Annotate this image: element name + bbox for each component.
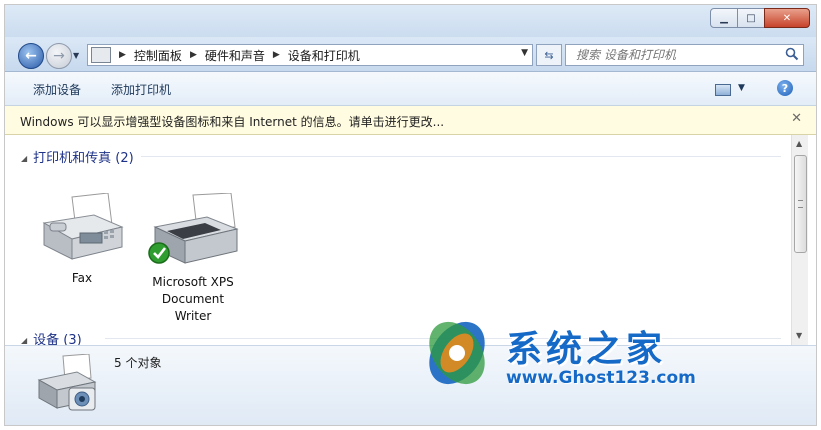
refresh-button[interactable]: ⇆ <box>536 44 562 66</box>
forward-arrow-icon: → <box>53 48 65 64</box>
help-icon: ? <box>781 81 789 95</box>
info-bar-close-icon[interactable]: ✕ <box>791 111 802 126</box>
watermark-url: www.Ghost123.com <box>506 368 696 388</box>
close-button[interactable]: ✕ <box>764 8 810 28</box>
add-device-button[interactable]: 添加设备 <box>33 81 81 98</box>
address-bar[interactable]: ▶ 控制面板 ▶ 硬件和声音 ▶ 设备和打印机 ▼ <box>87 44 533 66</box>
scroll-grip-icon <box>798 200 803 208</box>
device-label: Microsoft XPS Document Writer <box>152 275 234 323</box>
default-printer-check-icon <box>148 242 170 264</box>
object-count: 5 个对象 <box>114 356 162 370</box>
add-printer-button[interactable]: 添加打印机 <box>111 81 171 98</box>
recent-pages-dropdown[interactable]: ▼ <box>73 51 79 60</box>
info-bar-message[interactable]: Windows 可以显示增强型设备图标和来自 Internet 的信息。请单击进… <box>20 113 444 130</box>
watermark-logo-icon <box>429 321 485 385</box>
breadcrumb-hardware-sound[interactable]: 硬件和声音 <box>205 47 265 64</box>
maximize-button[interactable]: □ <box>737 8 765 28</box>
refresh-icon: ⇆ <box>544 48 554 62</box>
control-panel-icon <box>91 47 111 63</box>
breadcrumb-separator-icon[interactable]: ▶ <box>273 50 280 60</box>
window-controls: ▁ □ ✕ <box>710 8 810 28</box>
back-button[interactable]: ← <box>18 43 44 69</box>
search-icon[interactable] <box>785 47 799 61</box>
scroll-down-icon[interactable]: ▼ <box>796 331 802 340</box>
scroll-up-icon[interactable]: ▲ <box>796 139 802 148</box>
view-options-dropdown[interactable]: ▼ <box>738 83 745 93</box>
device-list: ◢ 打印机和传真 (2) Fax Microsoft XPS Document … <box>5 135 791 345</box>
watermark-title: 系统之家 <box>506 329 667 370</box>
group-header-devices-label: 设备 (3) <box>33 333 82 345</box>
printer-icon <box>148 192 239 264</box>
device-label: Fax <box>71 271 93 285</box>
breadcrumb-control-panel[interactable]: 控制面板 <box>134 47 182 64</box>
search-input[interactable] <box>574 45 783 65</box>
address-dropdown-icon[interactable]: ▼ <box>521 48 528 58</box>
devices-printers-icon <box>37 354 97 411</box>
change-view-icon[interactable] <box>715 84 731 96</box>
title-bar: ▁ □ ✕ <box>5 5 816 41</box>
vertical-scrollbar[interactable]: ▲ ▼ <box>791 135 808 345</box>
navigation-bar: ← → ▼ ▶ 控制面板 ▶ 硬件和声音 ▶ 设备和打印机 ▼ ⇆ <box>5 37 816 72</box>
search-box[interactable] <box>565 44 804 66</box>
collapse-triangle-icon[interactable]: ◢ <box>21 336 27 345</box>
scroll-thumb[interactable] <box>794 155 807 253</box>
device-xps-writer[interactable]: Microsoft XPS Document Writer <box>143 192 243 325</box>
group-header-printers[interactable]: ◢ 打印机和传真 (2) <box>21 147 134 166</box>
collapse-triangle-icon[interactable]: ◢ <box>21 154 27 163</box>
group-header-devices[interactable]: ◢ 设备 (3) <box>21 329 82 345</box>
group-divider <box>141 156 781 157</box>
group-header-printers-label: 打印机和传真 (2) <box>33 151 134 166</box>
minimize-button[interactable]: ▁ <box>710 8 738 28</box>
help-button[interactable]: ? <box>777 80 793 96</box>
breadcrumb-devices-printers[interactable]: 设备和打印机 <box>288 47 360 64</box>
breadcrumb-separator-icon[interactable]: ▶ <box>119 50 126 60</box>
fax-icon <box>42 192 124 260</box>
breadcrumb-separator-icon[interactable]: ▶ <box>190 50 197 60</box>
device-fax[interactable]: Fax <box>32 192 132 287</box>
command-bar: 添加设备 添加打印机 ▼ ? <box>5 72 816 106</box>
watermark: 系统之家 www.Ghost123.com <box>420 316 740 396</box>
back-arrow-icon: ← <box>25 48 37 64</box>
forward-button[interactable]: → <box>46 43 72 69</box>
info-bar[interactable]: Windows 可以显示增强型设备图标和来自 Internet 的信息。请单击进… <box>5 106 816 135</box>
